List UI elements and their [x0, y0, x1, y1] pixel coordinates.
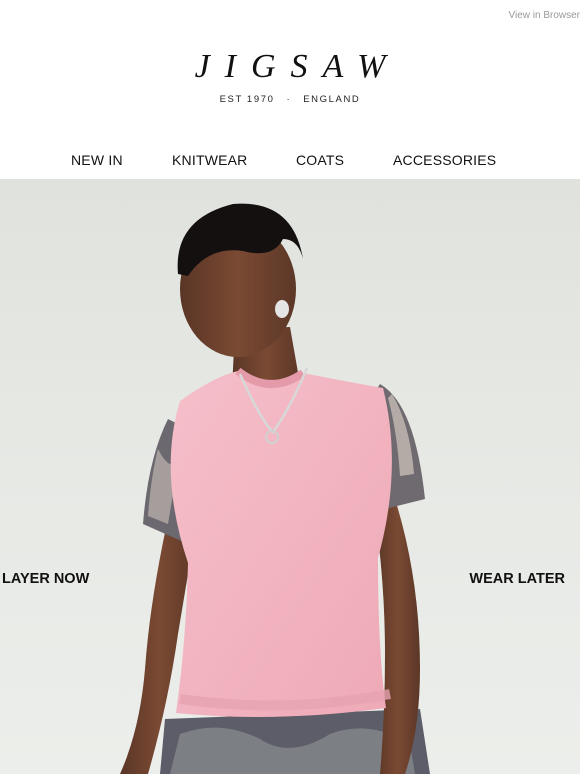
logo-est: EST 1970 [219, 94, 275, 105]
nav-item-new-in[interactable]: NEW IN [71, 152, 123, 168]
logo-origin: ENGLAND [303, 94, 361, 105]
hero-model-image [120, 203, 430, 774]
nav-item-accessories[interactable]: ACCESSORIES [393, 152, 496, 168]
nav-item-knitwear[interactable]: KNITWEAR [172, 152, 248, 168]
hero-left-caption: LAYER NOW [2, 571, 90, 587]
topbar: View in Browser [508, 10, 580, 21]
logo-separator: · [286, 94, 292, 105]
hero-right-caption: WEAR LATER [469, 571, 565, 587]
brand-logo[interactable]: JIGSAW EST 1970 · ENGLAND [0, 48, 580, 106]
logo-tagline: EST 1970 · ENGLAND [0, 94, 580, 105]
main-nav: NEW IN KNITWEAR COATS ACCESSORIES [0, 152, 580, 170]
view-in-browser-link[interactable]: View in Browser [508, 10, 580, 21]
nav-item-coats[interactable]: COATS [296, 152, 344, 168]
hero-banner[interactable]: LAYER NOW WEAR LATER [0, 179, 580, 774]
logo-wordmark: JIGSAW [194, 48, 401, 85]
